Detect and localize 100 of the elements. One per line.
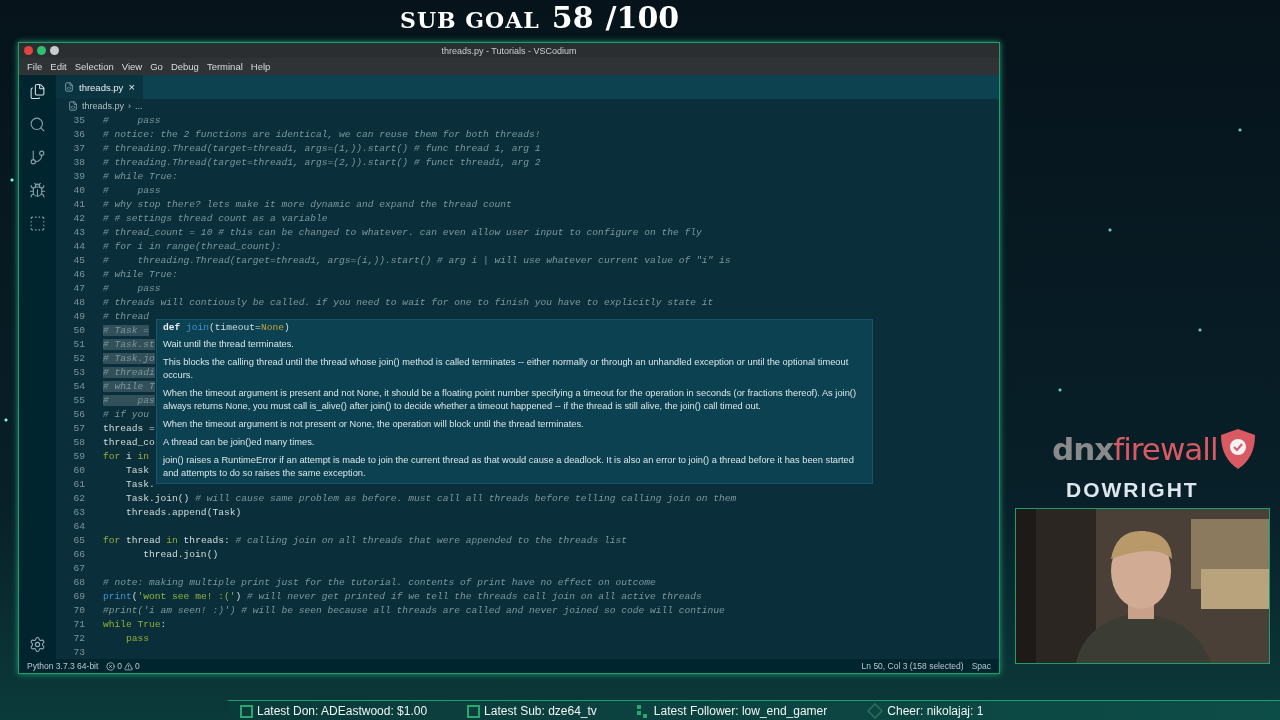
indentation-label[interactable]: Spac (971, 661, 991, 671)
tab-label: threads.py (79, 81, 124, 93)
code-line: threads.append(Task) (125, 506, 242, 518)
brand-logo: dnxfirewall (1052, 431, 1218, 467)
line-number: 41 (72, 198, 85, 210)
file-icon (64, 82, 74, 92)
code-line: # # settings thread count as a variable (103, 212, 328, 224)
sub-goal-label: SUB GOAL (400, 7, 540, 33)
line-number: 39 (72, 170, 85, 182)
code-line: # threads will contiously be called. if you need to wait for one to finish you have to explicitly state it (103, 296, 714, 308)
code-line: pass (125, 632, 150, 644)
line-number: 55 (72, 394, 85, 406)
line-number: 47 (72, 282, 85, 294)
search-icon[interactable] (29, 116, 46, 133)
settings-icon[interactable] (29, 636, 46, 653)
line-number: 36 (72, 128, 85, 140)
code-line: for i in (103, 450, 150, 462)
line-number: 46 (72, 268, 85, 280)
code-line: # threading.Thread(target=thread1, args=(2,)).start() # funct thread1, arg 2 (103, 156, 541, 168)
line-number: 68 (72, 576, 85, 588)
menu-item[interactable]: Debug (166, 61, 203, 72)
close-button[interactable] (24, 46, 33, 55)
line-number: 73 (72, 646, 85, 658)
line-number: 67 (72, 562, 85, 574)
menu-item[interactable]: Help (246, 61, 275, 72)
code-line: thread_co (103, 436, 155, 448)
code-line: # pass (103, 114, 161, 126)
close-icon[interactable]: × (128, 81, 135, 93)
line-number: 62 (72, 492, 85, 504)
line-number: 35 (72, 114, 85, 126)
error-count[interactable]: 0 (117, 661, 123, 671)
line-number: 65 (72, 534, 85, 546)
bug-icon[interactable] (29, 182, 46, 199)
code-line: #print('i am seen! :)') # will be seen because all threads are called and never joined so code will continue (103, 604, 725, 616)
interpreter-label[interactable]: Python 3.7.3 64-bit (27, 661, 99, 671)
shield-icon (1219, 428, 1256, 470)
code-line: while True: (103, 618, 167, 630)
ticker-item: Latest Don: ADEastwood: $1.00 (257, 704, 428, 718)
sub-goal-count: 58 (551, 0, 594, 35)
ticker-item: Cheer: nikolajaj: 1 (887, 704, 984, 718)
line-number: 48 (72, 296, 85, 308)
menu-item[interactable]: Selection (70, 61, 118, 72)
line-number: 70 (72, 604, 85, 616)
line-number: 59 (72, 450, 85, 462)
line-number: 37 (72, 142, 85, 154)
line-number: 69 (72, 590, 85, 602)
doc-paragraph: When the timeout argument is not present or None, the operation will block until the thread terminates. (163, 418, 585, 431)
code-line: for thread in threads: # calling join on all threads that were appended to the threads list (103, 534, 627, 546)
line-number: 45 (72, 254, 85, 266)
line-number: 43 (72, 226, 85, 238)
breadcrumb-item[interactable]: ... (135, 101, 143, 111)
ticker-item: Latest Sub: dze64_tv (484, 704, 597, 718)
code-line: Task. (125, 478, 155, 490)
code-line: Task (125, 464, 150, 476)
line-number: 56 (72, 408, 85, 420)
line-number: 44 (72, 240, 85, 252)
line-number: 51 (72, 338, 85, 350)
doc-paragraph: When the timeout argument is present and not None, it should be a floating point number specifying a timeout for the operation in seconds (or fractions thereof). As join() always returns None, you must call is_alive() after join() to decide whether a timeout happened -- if the thread is still alive, the join() call timed out. (163, 387, 857, 413)
code-line: thread.join() (142, 548, 219, 560)
line-number: 58 (72, 436, 85, 448)
branch-icon[interactable] (29, 149, 46, 166)
files-icon[interactable] (29, 83, 46, 100)
line-number: 38 (72, 156, 85, 168)
line-number: 42 (72, 212, 85, 224)
menu-item[interactable]: View (117, 61, 147, 72)
code-line: # while True: (103, 268, 178, 280)
menu-item[interactable]: Terminal (202, 61, 247, 72)
code-line: Task.join() # will cause same problem as before. must call all threads before telling calling join on them (125, 492, 737, 504)
extensions-icon[interactable] (29, 215, 46, 232)
error-icon (106, 661, 116, 671)
doc-paragraph: A thread can be join()ed many times. (163, 436, 316, 449)
line-number: 61 (72, 478, 85, 490)
function-signature: def join(timeout=None) (163, 322, 291, 333)
cursor-position[interactable]: Ln 50, Col 3 (158 selected) (861, 661, 964, 671)
line-number: 54 (72, 380, 85, 392)
doc-paragraph: join() raises a RuntimeError if an attempt is made to join the current thread as that would cause a deadlock. It is also an error to join() a thread before it has been started and attempts to do so raises the same exception. (163, 454, 855, 480)
menu-item[interactable]: File (23, 61, 47, 72)
line-number: 66 (72, 548, 85, 560)
line-number: 60 (72, 464, 85, 476)
line-number: 63 (72, 506, 85, 518)
streamer-name: DOWRIGHT (1066, 478, 1199, 502)
code-line: # note: making multiple print just for the tutorial. contents of print have no effect on outcome (103, 576, 656, 588)
breadcrumb-item[interactable]: threads.py (82, 101, 125, 111)
code-line: # if you (103, 408, 150, 420)
warning-count[interactable]: 0 (135, 661, 140, 671)
breadcrumb-separator: › (128, 101, 132, 111)
line-number: 64 (72, 520, 85, 532)
line-number: 72 (72, 632, 85, 644)
line-number: 53 (72, 366, 85, 378)
gem-icon (867, 703, 884, 719)
doc-paragraph: This blocks the calling thread until the thread whose join() method is called terminates -- either normally or through an unhandled exception or until the optional timeout occurs. (163, 356, 850, 382)
line-number: 49 (72, 310, 85, 322)
code-line: # while True: (103, 170, 178, 182)
file-icon (68, 101, 78, 111)
editor-tab[interactable]: threads.py × (56, 75, 143, 99)
minimize-button[interactable] (37, 46, 46, 55)
code-line: # pass (103, 184, 161, 196)
menu-item[interactable]: Go (146, 61, 167, 72)
maximize-button[interactable] (50, 46, 59, 55)
menu-item[interactable]: Edit (46, 61, 71, 72)
